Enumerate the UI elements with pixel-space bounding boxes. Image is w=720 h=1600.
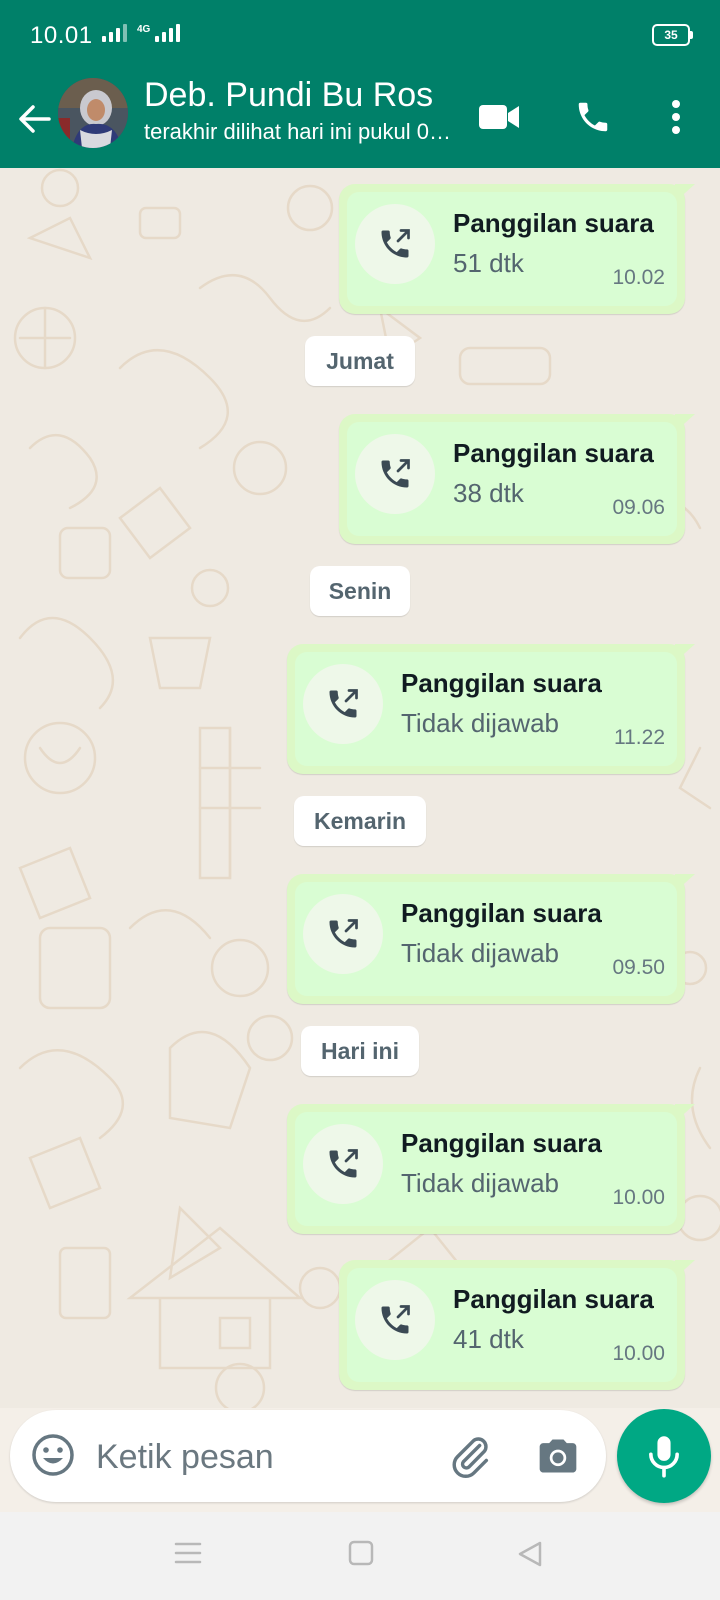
back-arrow-icon bbox=[19, 105, 51, 133]
emoji-button[interactable] bbox=[30, 1432, 76, 1483]
nav-menu-button[interactable] bbox=[174, 1540, 202, 1571]
camera-button[interactable] bbox=[536, 1434, 580, 1483]
call-status: Tidak dijawab bbox=[401, 708, 560, 738]
nav-home-button[interactable] bbox=[348, 1540, 374, 1571]
avatar[interactable] bbox=[58, 78, 128, 148]
message-time: 09.06 bbox=[612, 496, 665, 519]
chat-area[interactable]: Panggilan suara 51 dtk 10.02 Jumat Pangg… bbox=[0, 168, 720, 1408]
call-title: Panggilan suara bbox=[401, 1128, 602, 1158]
signal-icons: 4G bbox=[102, 24, 181, 42]
call-title: Panggilan suara bbox=[401, 898, 602, 928]
back-button[interactable] bbox=[14, 94, 54, 144]
call-message[interactable]: Panggilan suara Tidak dijawab 11.22 bbox=[287, 644, 695, 774]
video-call-button[interactable] bbox=[474, 92, 524, 142]
call-status: Tidak dijawab bbox=[401, 938, 560, 968]
call-icon-circle bbox=[303, 1124, 383, 1204]
call-icon-circle bbox=[303, 664, 383, 744]
voice-record-button[interactable] bbox=[617, 1409, 711, 1503]
attach-button[interactable] bbox=[448, 1434, 494, 1485]
battery-level: 35 bbox=[664, 28, 678, 42]
message-composer bbox=[10, 1410, 606, 1502]
call-icon-circle bbox=[355, 204, 435, 284]
call-duration: 51 dtk bbox=[453, 248, 524, 278]
call-message[interactable]: Panggilan suara 41 dtk 10.00 bbox=[339, 1260, 695, 1390]
outgoing-call-icon bbox=[381, 459, 410, 488]
outgoing-call-icon bbox=[329, 919, 358, 948]
battery-icon: 35 bbox=[652, 24, 693, 46]
back-triangle-icon bbox=[518, 1541, 542, 1567]
home-square-icon bbox=[348, 1540, 374, 1566]
chat-header: Deb. Pundi Bu Ros terakhir dilihat hari … bbox=[0, 72, 720, 168]
last-seen-status: terakhir dilihat hari ini pukul 09.58 bbox=[144, 119, 454, 144]
call-icon-circle bbox=[303, 894, 383, 974]
mobile-data-icon: 4G bbox=[137, 24, 181, 42]
date-separator: Jumat bbox=[305, 336, 415, 386]
call-message[interactable]: Panggilan suara 51 dtk 10.02 bbox=[339, 184, 695, 314]
message-time: 09.50 bbox=[612, 956, 665, 979]
date-separator: Kemarin bbox=[294, 796, 426, 846]
message-time: 11.22 bbox=[614, 726, 665, 749]
date-separator: Senin bbox=[310, 566, 410, 616]
call-message[interactable]: Panggilan suara 38 dtk 09.06 bbox=[339, 414, 695, 544]
signal-strength-icon bbox=[102, 24, 127, 42]
paperclip-icon bbox=[452, 1437, 489, 1478]
contact-name: Deb. Pundi Bu Ros bbox=[144, 76, 434, 114]
avatar-photo bbox=[58, 78, 128, 148]
menu-icon bbox=[174, 1542, 202, 1564]
outgoing-call-icon bbox=[381, 229, 410, 258]
message-time: 10.02 bbox=[612, 266, 665, 289]
call-title: Panggilan suara bbox=[453, 1284, 654, 1314]
call-message[interactable]: Panggilan suara Tidak dijawab 09.50 bbox=[287, 874, 695, 1004]
microphone-icon bbox=[649, 1436, 679, 1478]
more-options-button[interactable] bbox=[656, 92, 696, 142]
date-separator: Hari ini bbox=[301, 1026, 419, 1076]
call-title: Panggilan suara bbox=[401, 668, 602, 698]
contact-info[interactable]: Deb. Pundi Bu Ros terakhir dilihat hari … bbox=[144, 76, 454, 145]
system-navigation-bar bbox=[0, 1512, 720, 1600]
call-duration: 41 dtk bbox=[453, 1324, 524, 1354]
outgoing-call-icon bbox=[329, 689, 358, 718]
call-message[interactable]: Panggilan suara Tidak dijawab 10.00 bbox=[287, 1104, 695, 1234]
call-status: Tidak dijawab bbox=[401, 1168, 560, 1198]
message-time: 10.00 bbox=[612, 1186, 665, 1209]
status-time: 10.01 bbox=[30, 22, 93, 49]
network-label: 4G bbox=[137, 24, 151, 35]
outgoing-call-icon bbox=[381, 1305, 410, 1334]
call-duration: 38 dtk bbox=[453, 478, 524, 508]
outgoing-call-icon bbox=[329, 1149, 358, 1178]
voice-call-button[interactable] bbox=[568, 92, 618, 142]
video-call-icon bbox=[479, 105, 519, 129]
message-input[interactable] bbox=[94, 1432, 338, 1482]
status-bar: 10.01 4G 35 bbox=[0, 0, 720, 72]
emoji-icon bbox=[32, 1434, 74, 1476]
call-title: Panggilan suara bbox=[453, 438, 654, 468]
camera-icon bbox=[539, 1439, 577, 1473]
nav-back-button[interactable] bbox=[516, 1540, 544, 1573]
call-icon-circle bbox=[355, 434, 435, 514]
message-time: 10.00 bbox=[612, 1342, 665, 1365]
call-title: Panggilan suara bbox=[453, 208, 654, 238]
more-options-icon bbox=[672, 100, 680, 134]
call-icon-circle bbox=[355, 1280, 435, 1360]
voice-call-icon bbox=[578, 102, 608, 132]
